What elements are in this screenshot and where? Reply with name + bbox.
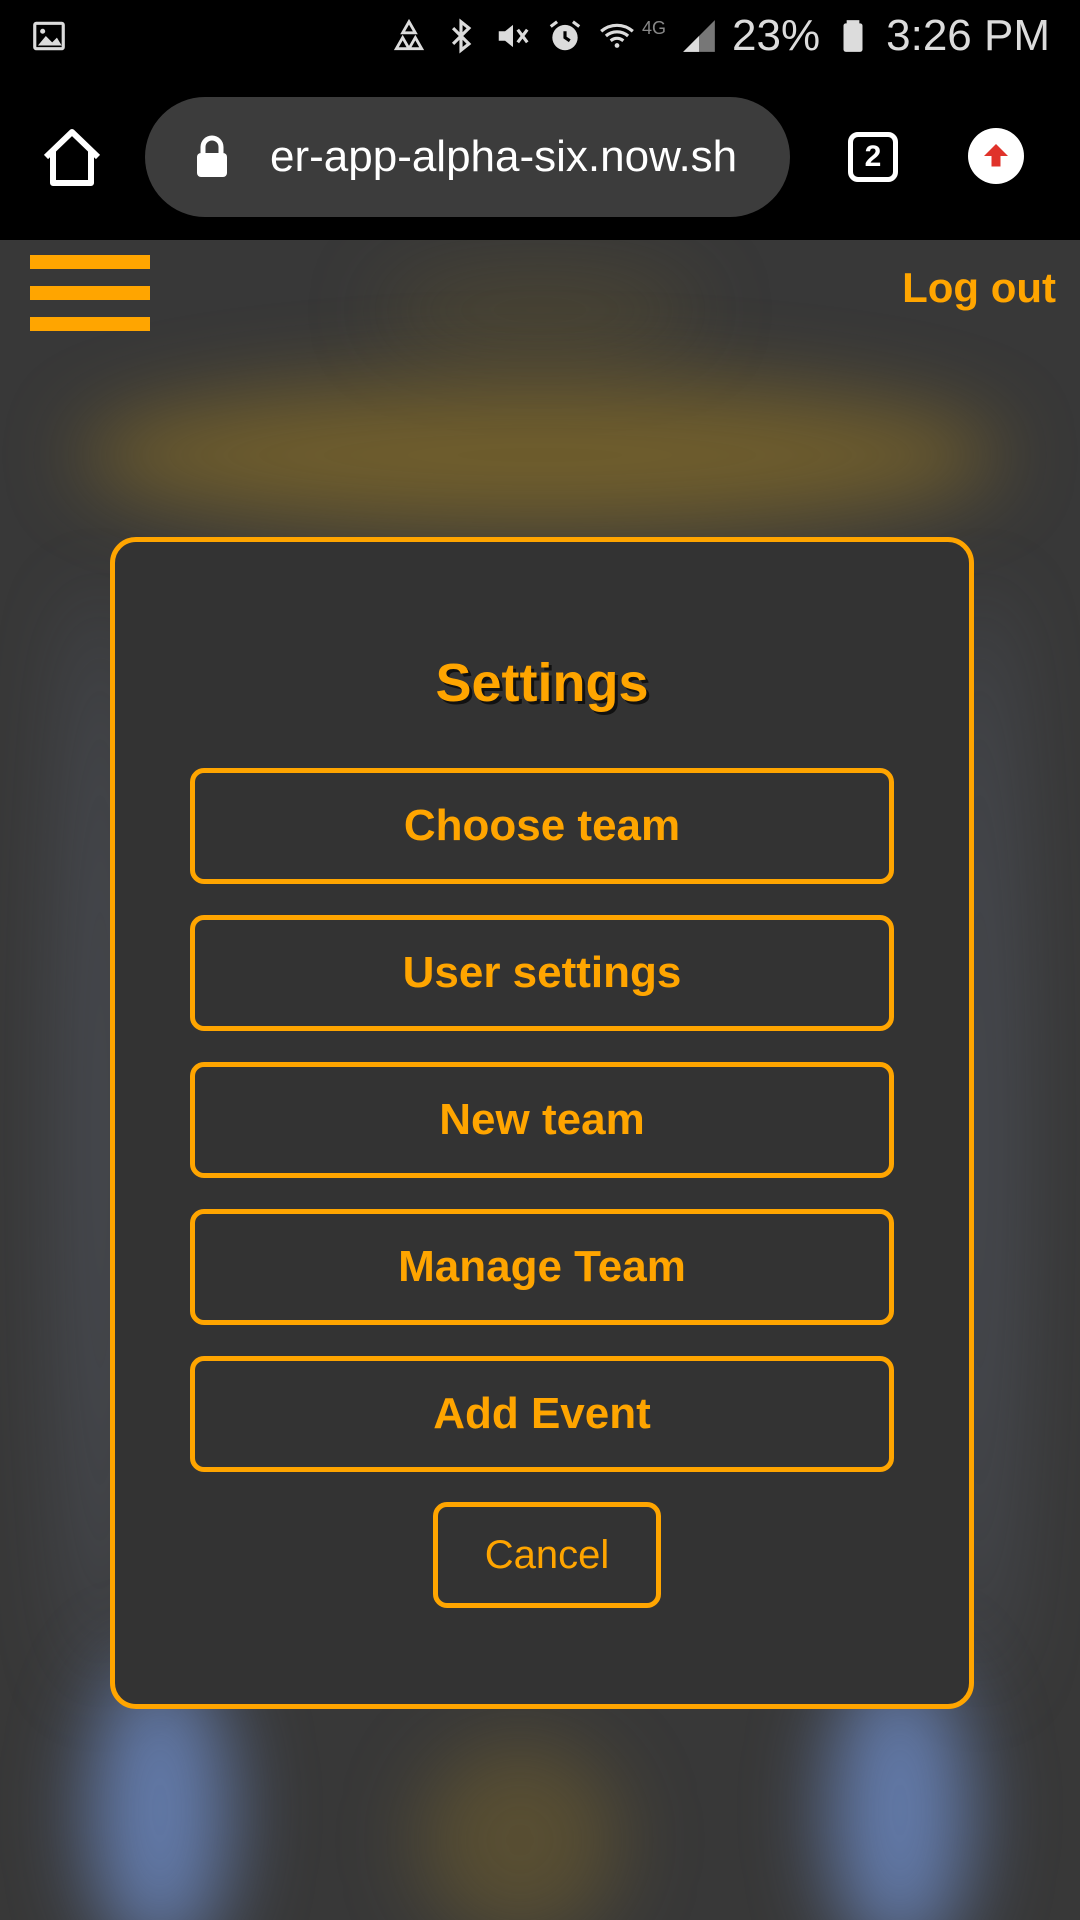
gallery-icon (30, 17, 68, 55)
recycle-icon (390, 17, 428, 55)
signal-icon (680, 17, 718, 55)
background-blur (380, 270, 700, 350)
app-page: Log out Settings Choose team User settin… (0, 240, 1080, 1920)
wifi-icon (598, 17, 636, 55)
add-event-button[interactable]: Add Event (190, 1356, 894, 1472)
browser-toolbar: er-app-alpha-six.now.sh 2 (0, 72, 1080, 240)
logout-link[interactable]: Log out (902, 264, 1056, 312)
background-blur (80, 380, 1000, 530)
clock-time: 3:26 PM (886, 11, 1050, 60)
choose-team-button[interactable]: Choose team (190, 768, 894, 884)
tab-switcher-button[interactable]: 2 (848, 132, 898, 182)
user-settings-button[interactable]: User settings (190, 915, 894, 1031)
battery-icon (834, 17, 872, 55)
manage-team-button[interactable]: Manage Team (190, 1209, 894, 1325)
home-icon[interactable] (40, 127, 104, 187)
background-blur (420, 1740, 620, 1920)
url-text: er-app-alpha-six.now.sh (270, 132, 738, 181)
update-icon[interactable] (968, 128, 1024, 184)
settings-modal: Settings Choose team User settings New t… (110, 537, 974, 1709)
battery-percent: 23% (732, 11, 821, 60)
hamburger-menu-icon[interactable] (30, 255, 150, 331)
status-bar: 4G 23% 3:26 PM (0, 0, 1080, 72)
lock-icon (195, 135, 229, 179)
modal-title: Settings (435, 653, 649, 713)
new-team-button[interactable]: New team (190, 1062, 894, 1178)
bluetooth-icon (442, 17, 480, 55)
network-type-label: 4G (642, 17, 667, 38)
cancel-button[interactable]: Cancel (433, 1502, 661, 1608)
alarm-icon (546, 17, 584, 55)
address-bar[interactable]: er-app-alpha-six.now.sh (145, 97, 790, 217)
mute-icon (494, 17, 532, 55)
